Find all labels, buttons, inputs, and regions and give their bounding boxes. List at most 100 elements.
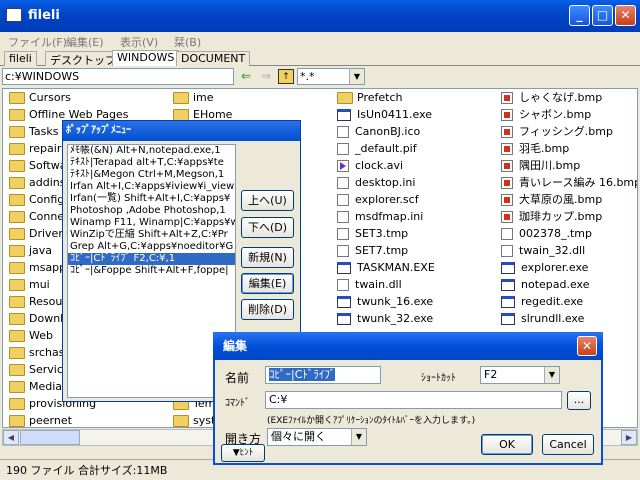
- tmp-file-icon: [337, 245, 349, 257]
- path-input[interactable]: c:¥WINDOWS: [2, 68, 234, 85]
- file-item[interactable]: twain_32.dll: [501, 242, 585, 259]
- menu-edit[interactable]: 編集(E): [66, 34, 104, 50]
- file-item[interactable]: Connec: [9, 208, 70, 225]
- exe-icon: [337, 296, 351, 308]
- file-item[interactable]: _default.pif: [337, 140, 417, 157]
- file-item[interactable]: Tasks: [9, 123, 58, 140]
- list-item[interactable]: ﾃｷｽﾄ|&Megon Ctrl+M,Megson,1: [68, 169, 235, 181]
- file-item[interactable]: desktop.ini: [337, 174, 415, 191]
- file-item[interactable]: 羽毛.bmp: [501, 140, 569, 157]
- minimize-button[interactable]: _: [569, 5, 590, 26]
- move-up-button[interactable]: 上へ(U): [241, 190, 294, 211]
- file-item[interactable]: Cursors: [9, 89, 71, 106]
- folder-icon: [9, 415, 25, 427]
- file-item[interactable]: repair: [9, 140, 61, 157]
- file-item[interactable]: twain.dll: [337, 276, 402, 293]
- file-item[interactable]: IsUn0411.exe: [337, 106, 432, 123]
- popup-item-list[interactable]: ﾒﾓ帳(&N) Alt+N,notepad.exe,1 ﾃｷｽﾄ|Terapad…: [67, 144, 236, 398]
- list-item[interactable]: Irfan Alt+I,C:¥apps¥iview¥i_view: [68, 181, 235, 193]
- list-item[interactable]: Photoshop ,Adobe Photoshop,1: [68, 205, 235, 217]
- file-item[interactable]: msdfmap.ini: [337, 208, 423, 225]
- list-item[interactable]: Grep Alt+G,C:¥apps¥noeditor¥G: [68, 241, 235, 253]
- scroll-left-icon[interactable]: ◀: [3, 430, 19, 445]
- folder-icon: [173, 415, 189, 427]
- list-item[interactable]: ｺﾋﾟｰ|&Foppe Shift+Alt+F,foppe|: [68, 265, 235, 277]
- edit-button[interactable]: 編集(E): [241, 273, 294, 294]
- file-item[interactable]: twunk_32.exe: [337, 310, 433, 327]
- maximize-button[interactable]: □: [592, 5, 613, 26]
- list-item[interactable]: Winamp F11, Winamp|C:¥apps¥w: [68, 217, 235, 229]
- tab-document[interactable]: DOCUMENT: [176, 51, 251, 66]
- file-item[interactable]: notepad.exe: [501, 276, 590, 293]
- menu-bookmark[interactable]: 栞(B): [174, 34, 201, 50]
- file-item[interactable]: slrundll.exe: [501, 310, 584, 327]
- file-item[interactable]: Driver: [9, 225, 63, 242]
- file-item[interactable]: シャボン.bmp: [501, 106, 591, 123]
- scroll-thumb[interactable]: [20, 430, 80, 445]
- file-item[interactable]: mui: [9, 276, 50, 293]
- file-item[interactable]: 大草原の風.bmp: [501, 191, 602, 208]
- dialog-close-button[interactable]: ✕: [577, 336, 597, 356]
- file-item[interactable]: 隅田川.bmp: [501, 157, 580, 174]
- file-item[interactable]: addins: [9, 174, 65, 191]
- list-item[interactable]: ﾒﾓ帳(&N) Alt+N,notepad.exe,1: [68, 145, 235, 157]
- ok-button[interactable]: OK: [481, 434, 533, 455]
- browse-button[interactable]: ...: [567, 391, 591, 410]
- delete-button[interactable]: 削除(D): [241, 299, 294, 320]
- command-input[interactable]: C:¥: [265, 391, 562, 409]
- file-item[interactable]: explorer.scf: [337, 191, 419, 208]
- file-item[interactable]: Media: [9, 378, 62, 395]
- cancel-button[interactable]: Cancel: [542, 434, 594, 455]
- file-item[interactable]: clock.avi: [337, 157, 403, 174]
- folder-icon: [9, 126, 25, 138]
- file-item[interactable]: SET7.tmp: [337, 242, 408, 259]
- file-item[interactable]: SET3.tmp: [337, 225, 408, 242]
- file-item[interactable]: Service: [9, 361, 70, 378]
- back-icon[interactable]: ⇐: [238, 69, 254, 84]
- file-item[interactable]: フィッシング.bmp: [501, 123, 613, 140]
- tab-windows[interactable]: WINDOWS: [112, 50, 180, 66]
- file-item[interactable]: 珈琲カップ.bmp: [501, 208, 602, 225]
- file-item[interactable]: twunk_16.exe: [337, 293, 433, 310]
- folder-icon: [337, 92, 353, 104]
- up-folder-icon[interactable]: ↑: [278, 69, 294, 84]
- list-item[interactable]: Irfan(一覧) Shift+Alt+I,C:¥apps¥: [68, 193, 235, 205]
- bitmap-icon: [501, 194, 513, 206]
- filter-select[interactable]: *.* ▼: [297, 68, 365, 85]
- bitmap-icon: [501, 109, 513, 121]
- file-item[interactable]: 青いレース編み 16.bmp: [501, 174, 637, 191]
- file-item[interactable]: Downlo: [9, 310, 70, 327]
- tab-desktop[interactable]: デスクトップ: [45, 51, 121, 67]
- file-item[interactable]: しゃくなげ.bmp: [501, 89, 602, 106]
- file-item[interactable]: peernet: [9, 412, 72, 427]
- move-down-button[interactable]: 下へ(D): [241, 217, 294, 238]
- menu-view[interactable]: 表示(V): [120, 34, 158, 50]
- file-item[interactable]: TASKMAN.EXE: [337, 259, 435, 276]
- list-item-selected[interactable]: ｺﾋﾟｰ|Cﾄﾞﾗｲﾌﾞ F2,C:¥,1: [68, 253, 235, 265]
- close-button[interactable]: ✕: [615, 5, 636, 26]
- scroll-right-icon[interactable]: ▶: [621, 430, 637, 445]
- file-item[interactable]: CanonBJ.ico: [337, 123, 420, 140]
- title-bar: fileli _ □ ✕: [0, 0, 640, 32]
- exe-icon: [501, 279, 515, 291]
- menu-file[interactable]: ファイル(F): [8, 34, 67, 50]
- hint-toggle-button[interactable]: ▼ﾋﾝﾄ: [221, 444, 265, 462]
- forward-icon[interactable]: ⇒: [258, 69, 274, 84]
- list-item[interactable]: WinZipで圧縮 Shift+Alt+Z,C:¥Pr: [68, 229, 235, 241]
- file-item[interactable]: regedit.exe: [501, 293, 583, 310]
- file-item[interactable]: Resour: [9, 293, 67, 310]
- tab-fileli[interactable]: fileli: [4, 51, 37, 66]
- file-item[interactable]: Config: [9, 191, 64, 208]
- shortcut-select[interactable]: F2 ▼: [480, 366, 560, 384]
- file-item[interactable]: ime: [173, 89, 214, 106]
- file-item[interactable]: Prefetch: [337, 89, 402, 106]
- name-input[interactable]: ｺﾋﾟｰ|Cﾄﾞﾗｲﾌﾞ: [265, 366, 381, 384]
- file-item[interactable]: java: [9, 242, 52, 259]
- file-item[interactable]: explorer.exe: [501, 259, 588, 276]
- command-label: ｺﾏﾝﾄﾞ: [225, 398, 250, 409]
- file-item[interactable]: 002378_.tmp: [501, 225, 592, 242]
- open-mode-select[interactable]: 個々に開く ▼: [267, 428, 367, 446]
- list-item[interactable]: ﾃｷｽﾄ|Terapad alt+T,C:¥apps¥te: [68, 157, 235, 169]
- new-button[interactable]: 新規(N): [241, 247, 294, 268]
- file-item[interactable]: Web: [9, 327, 53, 344]
